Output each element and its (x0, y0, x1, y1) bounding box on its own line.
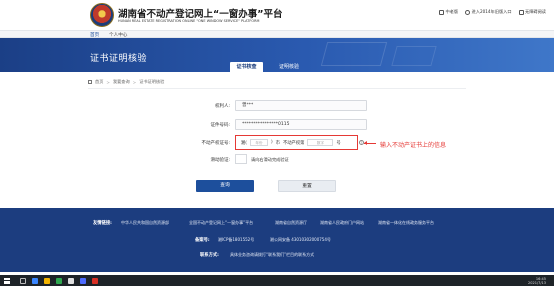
footer-link[interactable]: 全国不动产登记网上“一窗办事”平台 (189, 220, 253, 226)
footer-contact: 具体业务咨询请拨打“联系我们”栏目的联系方式 (230, 252, 315, 257)
home-icon (88, 80, 92, 84)
page-banner: 证书证明核验 证书核查 证明核验 (0, 38, 554, 72)
owner-input[interactable]: 曾*** (235, 100, 367, 111)
top-link-accessibility[interactable]: 无障碍阅读 (518, 9, 546, 15)
elderly-mode-icon (438, 9, 444, 15)
captcha-label: 滑动验证: (210, 158, 230, 163)
page-root: 湖南省不动产登记网上“一窗办事”平台 HUNAN REAL ESTATE REG… (0, 0, 554, 286)
cert-unit-label: 不动产权第 (282, 140, 305, 146)
top-link-old-version[interactable]: 进入2014年旧版入口 (465, 9, 512, 15)
captcha-slider-handle[interactable] (235, 154, 247, 164)
footer-links-label: 友情链接: (93, 221, 112, 226)
footer-link[interactable]: 中华人民共和国自然资源部 (121, 220, 169, 226)
app-icon[interactable] (92, 277, 98, 284)
system-clock[interactable]: 16:45 2021/7/13 (528, 277, 546, 285)
cert-prefix: 湘( (241, 140, 247, 146)
page-footer: 友情链接: 中华人民共和国自然资源部 全国不动产登记网上“一窗办事”平台 湖南省… (0, 208, 554, 272)
tab-certificate-check[interactable]: 证书核查 (230, 62, 263, 72)
banner-decoration (320, 42, 388, 66)
search-icon[interactable] (20, 277, 26, 284)
page-title: 证书证明核验 (90, 54, 148, 64)
query-button[interactable]: 查询 (196, 180, 254, 192)
accessibility-icon (518, 9, 524, 15)
footer-icp[interactable]: 湘ICP备1801552号 (218, 237, 254, 243)
footer-contact-label: 联系方式: (200, 253, 219, 258)
top-link-elderly[interactable]: 中老版 (438, 9, 459, 15)
emblem-logo (90, 3, 114, 27)
main-nav: 首页 个人中心 (0, 30, 554, 39)
clock-date: 2021/7/13 (528, 280, 546, 285)
id-number-label: 证件号码: (210, 123, 230, 128)
id-number-input[interactable]: ****************0115 (235, 119, 367, 130)
globe-icon (465, 9, 471, 15)
footer-link[interactable]: 湖南省人民政府门户网站 (320, 220, 364, 226)
footer-icp-label: 备案号: (195, 238, 210, 243)
cert-number-input[interactable]: 数字 (307, 139, 334, 146)
footer-link[interactable]: 湖南省一体化在线政务服务平台 (378, 220, 434, 226)
breadcrumb-separator: > (132, 79, 137, 85)
footer-link[interactable]: 湖南省自然资源厅 (275, 220, 307, 226)
divider (88, 88, 466, 89)
file-explorer-icon[interactable] (44, 277, 50, 284)
top-link-label: 进入2014年旧版入口 (471, 9, 512, 14)
tab-proof-verification[interactable]: 证明核验 (271, 62, 307, 72)
breadcrumb: 首页 > 我要查询 > 证书证明核验 (88, 79, 164, 85)
os-taskbar: 16:45 2021/7/13 (0, 275, 554, 286)
owner-label: 权利人: (214, 104, 230, 109)
cert-year-input[interactable]: 年份 (249, 139, 268, 146)
cert-middle: ) (270, 140, 273, 145)
app-icon[interactable] (80, 277, 86, 284)
annotation-text: 输入不动产证书上的信息 (380, 142, 447, 149)
top-link-label: 中老版 (445, 9, 459, 14)
footer-police[interactable]: 湘公网安备 43010302000754号 (270, 237, 331, 243)
banner-decoration (391, 46, 437, 66)
captcha-hint: 请向右滑动完成验证 (251, 156, 289, 162)
top-header: 湖南省不动产登记网上“一窗办事”平台 HUNAN REAL ESTATE REG… (0, 0, 554, 30)
cert-suffix: 号 (336, 140, 341, 146)
breadcrumb-separator: > (106, 79, 110, 85)
task-view-icon[interactable] (32, 277, 38, 284)
cert-city: 市 (275, 140, 280, 146)
windows-start-icon[interactable] (4, 277, 10, 284)
breadcrumb-query[interactable]: 我要查询 (113, 79, 130, 85)
site-title: 湖南省不动产登记网上“一窗办事”平台 (118, 9, 283, 20)
nav-item-personal-center[interactable]: 个人中心 (109, 32, 127, 38)
breadcrumb-home[interactable]: 首页 (95, 79, 103, 85)
site-title-en: HUNAN REAL ESTATE REGISTRATION ONLINE "O… (118, 19, 260, 23)
breadcrumb-current: 证书证明核验 (139, 79, 165, 84)
top-links: 中老版 进入2014年旧版入口 无障碍阅读 (438, 9, 546, 15)
cert-number-group: 湘( 年份 ) 市 不动产权第 数字 号 (235, 135, 358, 150)
reset-button[interactable]: 重置 (278, 180, 336, 192)
top-link-label: 无障碍阅读 (525, 9, 546, 14)
browser-icon[interactable] (56, 277, 62, 284)
cert-number-row: 湘( 年份 ) 市 不动产权第 数字 号 (241, 139, 341, 146)
cert-number-label: 不动产权证号: (201, 141, 230, 146)
annotation-arrow-head (364, 141, 367, 145)
app-icon[interactable] (68, 277, 74, 284)
